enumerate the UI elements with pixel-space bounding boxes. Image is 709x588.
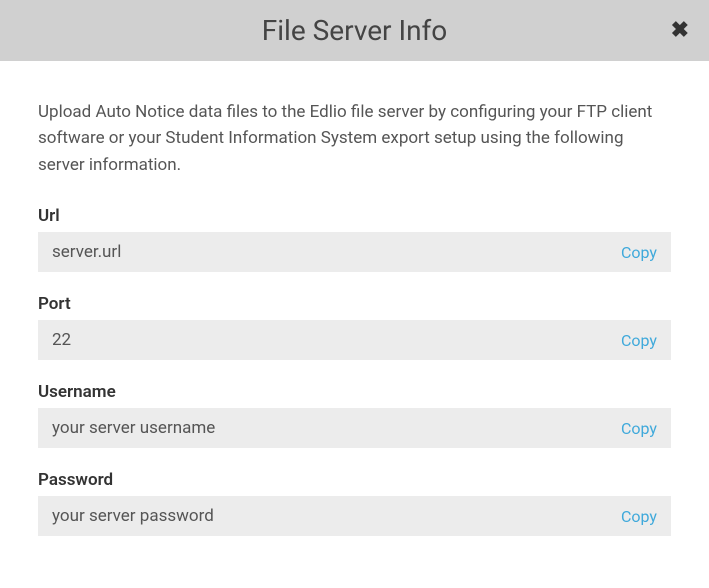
url-value: server.url [52, 242, 121, 262]
copy-port-button[interactable]: Copy [621, 331, 657, 350]
port-label: Port [38, 294, 671, 314]
field-group-port: Port 22 Copy [38, 294, 671, 360]
password-label: Password [38, 470, 671, 490]
url-label: Url [38, 206, 671, 226]
description-text: Upload Auto Notice data files to the Edl… [38, 99, 671, 178]
username-label: Username [38, 382, 671, 402]
modal-header: File Server Info ✖ [0, 0, 709, 61]
username-value: your server username [52, 418, 215, 438]
url-row: server.url Copy [38, 232, 671, 272]
close-icon[interactable]: ✖ [671, 20, 689, 42]
field-group-url: Url server.url Copy [38, 206, 671, 272]
password-row: your server password Copy [38, 496, 671, 536]
modal-body: Upload Auto Notice data files to the Edl… [0, 61, 709, 588]
field-group-username: Username your server username Copy [38, 382, 671, 448]
port-value: 22 [52, 330, 71, 350]
port-row: 22 Copy [38, 320, 671, 360]
password-value: your server password [52, 506, 214, 526]
username-row: your server username Copy [38, 408, 671, 448]
copy-password-button[interactable]: Copy [621, 507, 657, 526]
field-group-password: Password your server password Copy [38, 470, 671, 536]
copy-username-button[interactable]: Copy [621, 419, 657, 438]
copy-url-button[interactable]: Copy [621, 243, 657, 262]
modal-title: File Server Info [20, 14, 689, 47]
